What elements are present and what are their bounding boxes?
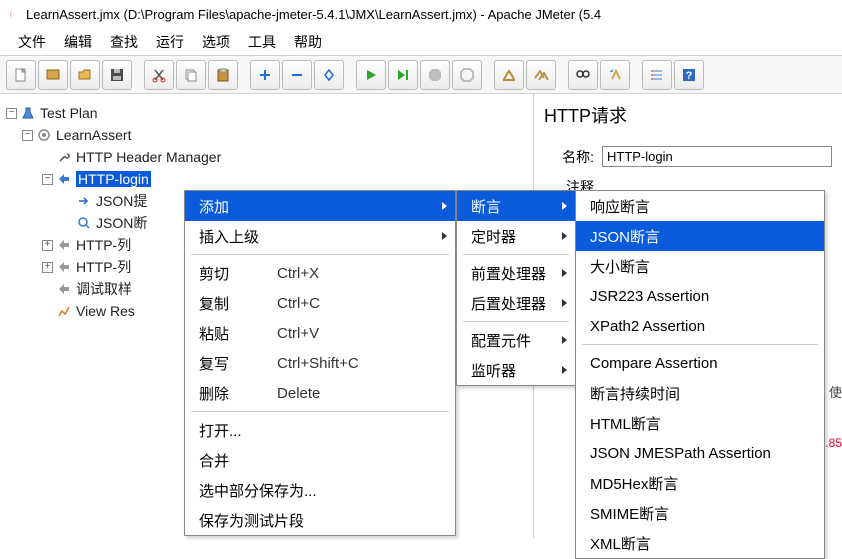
collapse-icon[interactable]: − bbox=[42, 174, 53, 185]
ctx-response-assertion[interactable]: 响应断言 bbox=[576, 191, 824, 221]
ctx-listeners[interactable]: 监听器 bbox=[457, 355, 575, 385]
ctx-xpath2-assertion[interactable]: XPath2 Assertion bbox=[576, 311, 824, 341]
tree-node-learnassert[interactable]: −LearnAssert bbox=[6, 124, 527, 146]
context-menu: 添加 插入上级 剪切Ctrl+X 复制Ctrl+C 粘贴Ctrl+V 复写Ctr… bbox=[184, 190, 456, 536]
ctx-open[interactable]: 打开... bbox=[185, 415, 455, 445]
sampler-icon bbox=[56, 171, 72, 187]
ctx-insert-parent[interactable]: 插入上级 bbox=[185, 221, 455, 251]
menu-help[interactable]: 帮助 bbox=[286, 29, 330, 55]
ctx-compare-assertion[interactable]: Compare Assertion bbox=[576, 348, 824, 378]
flask-icon bbox=[20, 105, 36, 121]
ctx-paste[interactable]: 粘贴Ctrl+V bbox=[185, 318, 455, 348]
window-title: LearnAssert.jmx (D:\Program Files\apache… bbox=[26, 7, 601, 22]
new-button[interactable] bbox=[6, 60, 36, 90]
stop-button[interactable] bbox=[420, 60, 450, 90]
menu-search[interactable]: 查找 bbox=[102, 29, 146, 55]
menu-run[interactable]: 运行 bbox=[148, 29, 192, 55]
ctx-smime-assertion[interactable]: SMIME断言 bbox=[576, 498, 824, 528]
search-button[interactable] bbox=[568, 60, 598, 90]
magnifier-icon bbox=[76, 215, 92, 231]
clear-all-button[interactable] bbox=[526, 60, 556, 90]
expand-icon[interactable]: + bbox=[42, 262, 53, 273]
ctx-duplicate[interactable]: 复写Ctrl+Shift+C bbox=[185, 348, 455, 378]
toggle-button[interactable] bbox=[314, 60, 344, 90]
tree-root[interactable]: −Test Plan bbox=[6, 102, 527, 124]
ctx-add[interactable]: 添加 bbox=[185, 191, 455, 221]
name-label: 名称: bbox=[544, 147, 594, 167]
cut-button[interactable] bbox=[144, 60, 174, 90]
context-submenu-add: 断言 定时器 前置处理器 后置处理器 配置元件 监听器 bbox=[456, 190, 576, 386]
clear-button[interactable] bbox=[494, 60, 524, 90]
expand-icon[interactable]: + bbox=[42, 240, 53, 251]
copy-button[interactable] bbox=[176, 60, 206, 90]
partial-text-2: .85 bbox=[825, 436, 842, 450]
function-helper-button[interactable] bbox=[642, 60, 672, 90]
templates-button[interactable] bbox=[38, 60, 68, 90]
partial-text-1: 使 bbox=[829, 382, 842, 401]
open-button[interactable] bbox=[70, 60, 100, 90]
ctx-assertions[interactable]: 断言 bbox=[457, 191, 575, 221]
ctx-md5hex-assertion[interactable]: MD5Hex断言 bbox=[576, 468, 824, 498]
collapse-icon[interactable]: − bbox=[6, 108, 17, 119]
collapse-icon[interactable]: − bbox=[22, 130, 33, 141]
sampler-icon bbox=[56, 281, 72, 297]
svg-text:?: ? bbox=[686, 70, 693, 82]
ctx-json-assertion[interactable]: JSON断言 bbox=[576, 221, 824, 251]
toolbar: ? bbox=[0, 56, 842, 94]
sampler-icon bbox=[56, 259, 72, 275]
run-button[interactable] bbox=[356, 60, 386, 90]
save-button[interactable] bbox=[102, 60, 132, 90]
ctx-copy[interactable]: 复制Ctrl+C bbox=[185, 288, 455, 318]
ctx-delete[interactable]: 删除Delete bbox=[185, 378, 455, 408]
ctx-jmespath-assertion[interactable]: JSON JMESPath Assertion bbox=[576, 438, 824, 468]
ctx-cut[interactable]: 剪切Ctrl+X bbox=[185, 258, 455, 288]
ctx-xml-assertion[interactable]: XML断言 bbox=[576, 528, 824, 558]
menu-bar: 文件 编辑 查找 运行 选项 工具 帮助 bbox=[0, 28, 842, 56]
ctx-config[interactable]: 配置元件 bbox=[457, 325, 575, 355]
ctx-timers[interactable]: 定时器 bbox=[457, 221, 575, 251]
title-bar: LearnAssert.jmx (D:\Program Files\apache… bbox=[0, 0, 842, 28]
results-icon bbox=[56, 303, 72, 319]
ctx-duration-assertion[interactable]: 断言持续时间 bbox=[576, 378, 824, 408]
panel-title: HTTP请求 bbox=[544, 102, 832, 128]
reset-search-button[interactable] bbox=[600, 60, 630, 90]
menu-tools[interactable]: 工具 bbox=[240, 29, 284, 55]
run-nopause-button[interactable] bbox=[388, 60, 418, 90]
ctx-merge[interactable]: 合并 bbox=[185, 445, 455, 475]
ctx-save-selection[interactable]: 选中部分保存为... bbox=[185, 475, 455, 505]
collapse-button[interactable] bbox=[282, 60, 312, 90]
ctx-jsr223-assertion[interactable]: JSR223 Assertion bbox=[576, 281, 824, 311]
arrow-icon bbox=[76, 193, 92, 209]
ctx-preprocessors[interactable]: 前置处理器 bbox=[457, 258, 575, 288]
menu-file[interactable]: 文件 bbox=[10, 29, 54, 55]
ctx-size-assertion[interactable]: 大小断言 bbox=[576, 251, 824, 281]
help-button[interactable]: ? bbox=[674, 60, 704, 90]
name-input[interactable] bbox=[602, 146, 832, 167]
tree-node-http-login[interactable]: −HTTP-login bbox=[6, 168, 527, 190]
expand-button[interactable] bbox=[250, 60, 280, 90]
ctx-html-assertion[interactable]: HTML断言 bbox=[576, 408, 824, 438]
shutdown-button[interactable] bbox=[452, 60, 482, 90]
sampler-icon bbox=[56, 237, 72, 253]
paste-button[interactable] bbox=[208, 60, 238, 90]
tree-node-header-manager[interactable]: HTTP Header Manager bbox=[6, 146, 527, 168]
ctx-save-fragment[interactable]: 保存为测试片段 bbox=[185, 505, 455, 535]
menu-edit[interactable]: 编辑 bbox=[56, 29, 100, 55]
ctx-postprocessors[interactable]: 后置处理器 bbox=[457, 288, 575, 318]
app-icon bbox=[6, 7, 20, 21]
context-submenu-assertions: 响应断言 JSON断言 大小断言 JSR223 Assertion XPath2… bbox=[575, 190, 825, 559]
threadgroup-icon bbox=[36, 127, 52, 143]
menu-options[interactable]: 选项 bbox=[194, 29, 238, 55]
wrench-icon bbox=[56, 149, 72, 165]
